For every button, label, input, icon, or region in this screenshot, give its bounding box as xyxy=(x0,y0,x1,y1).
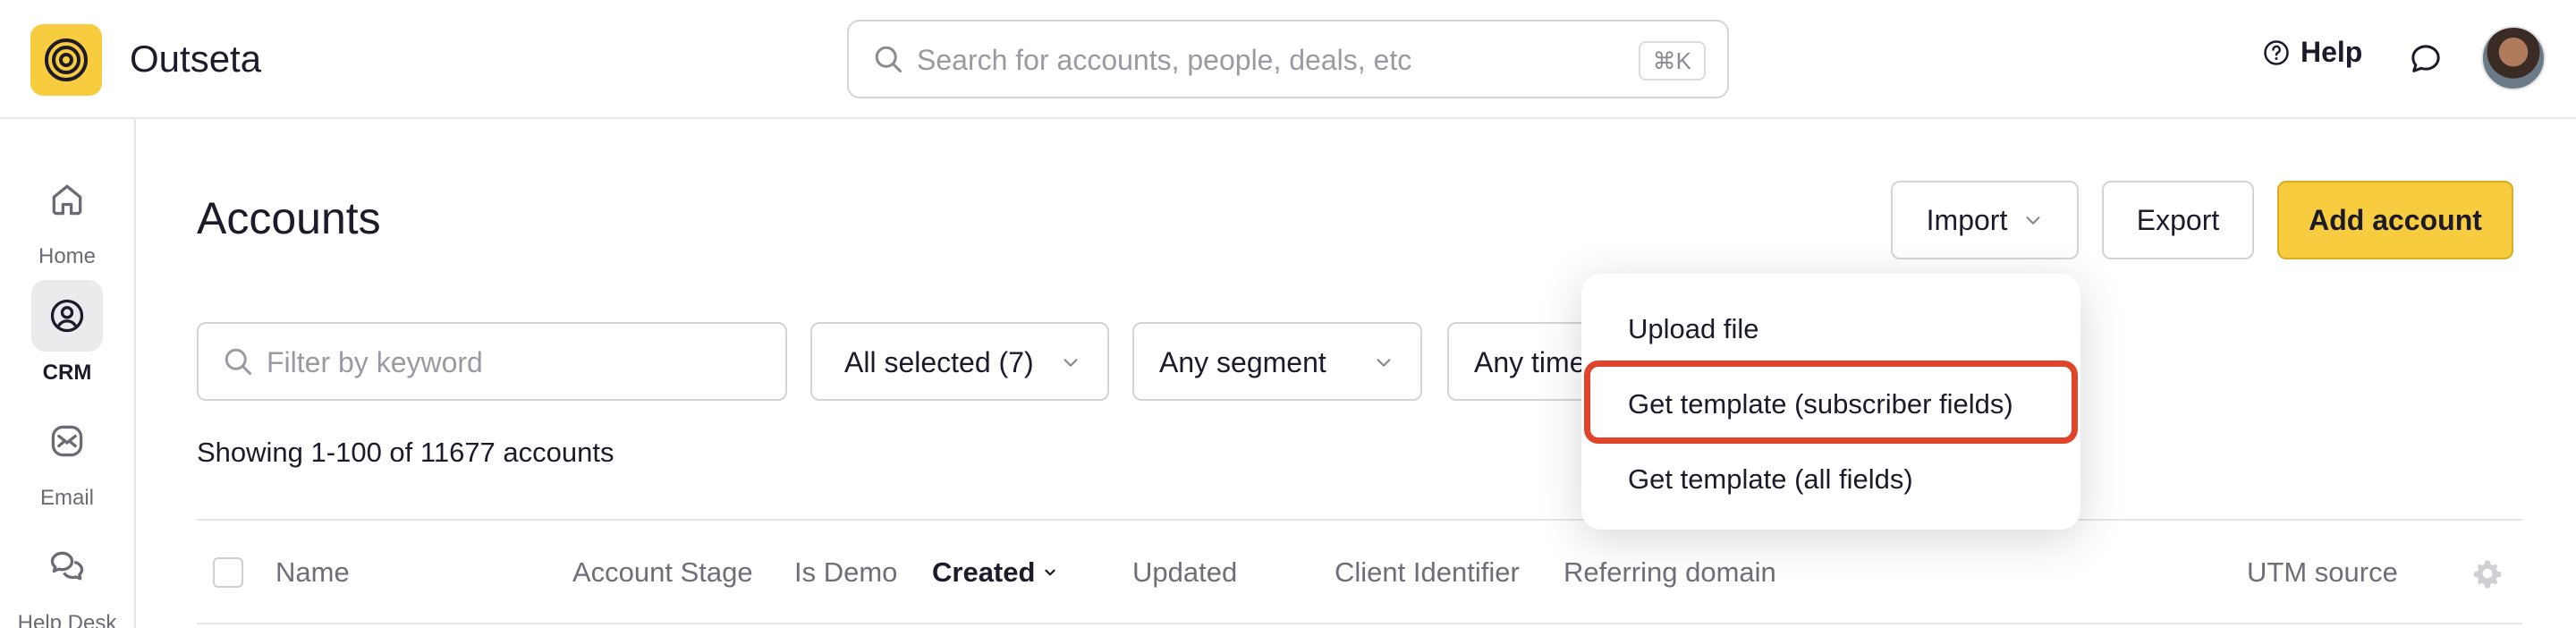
highlight-annotation xyxy=(1584,361,2078,444)
table-header-divider xyxy=(197,519,2522,521)
logo-icon xyxy=(45,38,88,81)
segment-filter-dropdown[interactable]: Any segment xyxy=(1132,322,1422,401)
search-shortcut-badge: ⌘K xyxy=(1638,41,1706,81)
chat-button[interactable] xyxy=(2408,41,2444,81)
column-settings-button[interactable] xyxy=(2470,556,2504,595)
export-button[interactable]: Export xyxy=(2102,181,2254,259)
global-search-input[interactable]: Search for accounts, people, deals, etc … xyxy=(847,20,1729,98)
sidebar-item-label: CRM xyxy=(42,361,92,385)
help-circle-icon xyxy=(2264,39,2289,65)
help-label: Help xyxy=(2301,36,2363,68)
sidebar-item-help-desk[interactable]: Help Desk xyxy=(0,530,134,628)
sidebar-item-label: Email xyxy=(39,486,94,510)
chat-bubble-icon xyxy=(2411,45,2440,72)
user-avatar[interactable] xyxy=(2481,26,2546,90)
column-header-account-stage[interactable]: Account Stage xyxy=(572,556,753,589)
home-icon xyxy=(52,184,82,216)
stage-filter-value: All selected (7) xyxy=(844,346,1034,378)
results-count: Showing 1-100 of 11677 accounts xyxy=(197,437,614,468)
sidebar-item-crm[interactable]: CRM xyxy=(0,280,134,386)
column-header-utm-source[interactable]: UTM source xyxy=(2247,556,2398,589)
sidebar-item-label: Help Desk xyxy=(17,611,117,628)
page-title: Accounts xyxy=(197,193,381,243)
chevron-down-icon xyxy=(1377,359,1391,367)
chevron-down-icon xyxy=(1063,359,1078,367)
sort-descending-icon xyxy=(1045,569,1056,576)
keyword-filter-placeholder: Filter by keyword xyxy=(267,346,483,378)
column-header-referring-domain[interactable]: Referring domain xyxy=(1563,556,1776,589)
column-header-client-identifier[interactable]: Client Identifier xyxy=(1335,556,1520,589)
column-header-name[interactable]: Name xyxy=(275,556,350,589)
add-account-button[interactable]: Add account xyxy=(2277,181,2513,259)
top-bar: Outseta Search for accounts, people, dea… xyxy=(0,0,2576,119)
search-icon xyxy=(225,348,251,375)
import-label: Import xyxy=(1926,203,2008,236)
column-header-created[interactable]: Created xyxy=(932,556,1058,589)
search-icon xyxy=(875,46,902,72)
crm-icon xyxy=(50,299,84,333)
table-row-divider xyxy=(197,623,2522,624)
app-name: Outseta xyxy=(130,38,262,80)
segment-filter-value: Any segment xyxy=(1159,346,1326,378)
select-all-checkbox[interactable] xyxy=(213,557,243,588)
help-button[interactable]: Help xyxy=(2263,36,2362,69)
outseta-logo[interactable] xyxy=(30,24,102,96)
sidebar-item-label: Home xyxy=(38,244,97,268)
search-placeholder: Search for accounts, people, deals, etc xyxy=(917,44,1412,76)
import-button[interactable]: Import xyxy=(1891,181,2079,259)
sidebar-item-email[interactable]: Email xyxy=(0,405,134,511)
keyword-filter-input[interactable]: Filter by keyword xyxy=(197,322,787,401)
sidebar-item-home[interactable]: Home xyxy=(0,164,134,269)
help-desk-icon xyxy=(50,551,84,581)
stage-filter-dropdown[interactable]: All selected (7) xyxy=(810,322,1109,401)
sidebar: Home CRM Email Help Desk xyxy=(0,119,136,628)
column-header-created-label: Created xyxy=(932,556,1036,588)
menu-item-get-template-all-fields[interactable]: Get template (all fields) xyxy=(1628,463,1913,496)
time-filter-value: Any time xyxy=(1474,346,1586,378)
chevron-down-icon xyxy=(2026,216,2040,225)
email-icon xyxy=(51,425,83,457)
menu-item-upload-file[interactable]: Upload file xyxy=(1628,313,1758,345)
column-header-updated[interactable]: Updated xyxy=(1132,556,1237,589)
gear-icon xyxy=(2473,560,2502,589)
column-header-is-demo[interactable]: Is Demo xyxy=(794,556,897,589)
